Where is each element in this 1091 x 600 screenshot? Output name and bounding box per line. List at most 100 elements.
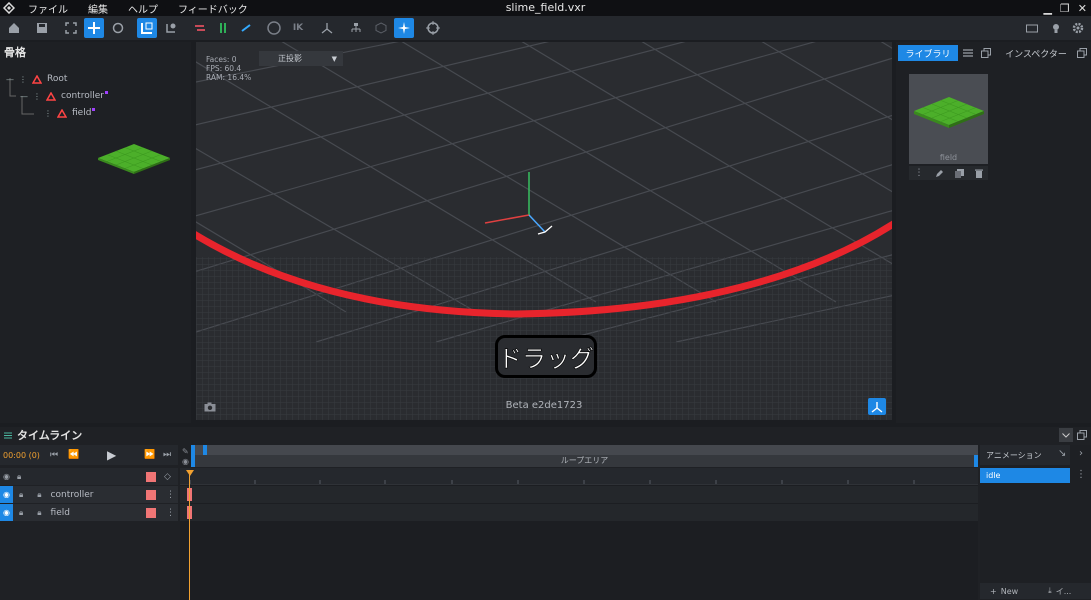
more-options-icon[interactable]: ⋮ bbox=[166, 490, 175, 500]
ik-icon[interactable]: IK bbox=[288, 18, 308, 38]
skip-to-start-icon[interactable]: ⏮ bbox=[50, 450, 58, 460]
chevron-down-icon[interactable] bbox=[1059, 428, 1073, 442]
lock-icon[interactable]: 🔒︎ bbox=[17, 472, 21, 482]
popout-icon[interactable] bbox=[978, 45, 994, 61]
import-icon[interactable]: ⤓ bbox=[1048, 586, 1052, 596]
home-icon[interactable] bbox=[4, 18, 24, 38]
new-animation-button[interactable]: New bbox=[1001, 587, 1018, 596]
version-label: Beta e2de1723 bbox=[505, 400, 583, 411]
flip-x-icon[interactable] bbox=[190, 18, 210, 38]
close-icon[interactable]: ✕ bbox=[1078, 2, 1087, 15]
light-icon[interactable] bbox=[1046, 18, 1066, 38]
track-label: field bbox=[50, 507, 70, 518]
timeline-title: タイムライン bbox=[17, 429, 83, 442]
sparkle-icon[interactable] bbox=[394, 18, 414, 38]
flip-y-icon[interactable] bbox=[213, 18, 233, 38]
menu-file[interactable]: ファイル bbox=[18, 1, 78, 16]
playhead-handle-icon[interactable] bbox=[186, 470, 194, 476]
3d-viewport[interactable]: Faces: 0 FPS: 60.4 RAM: 16.4% 正投影 ▼ ドラッグ… bbox=[196, 42, 892, 420]
lock-icon[interactable]: 🔒︎ bbox=[19, 508, 23, 518]
tree-item-root[interactable]: — ⋮ Root bbox=[6, 72, 67, 86]
playhead[interactable] bbox=[189, 472, 190, 600]
lock-icon[interactable]: 🔒︎ bbox=[19, 490, 23, 500]
import-button[interactable]: イ... bbox=[1056, 586, 1072, 597]
more-options-icon[interactable]: ⋮ bbox=[166, 508, 175, 518]
eye-icon[interactable]: ◉ bbox=[0, 486, 13, 503]
projection-dropdown[interactable]: 正投影 ▼ bbox=[259, 51, 343, 66]
faces-count: Faces: 0 bbox=[206, 55, 237, 64]
keyframe-color-swatch[interactable] bbox=[146, 489, 156, 500]
keyframe-area[interactable] bbox=[180, 468, 978, 600]
animation-header: アニメーション bbox=[980, 445, 1070, 465]
tree-item-field[interactable]: ⋮ field bbox=[44, 106, 96, 120]
delete-icon[interactable] bbox=[974, 169, 983, 178]
cube-icon[interactable] bbox=[371, 18, 391, 38]
track-row[interactable]: ◉ 🔒︎ 🔒︎ controller ⋮ bbox=[0, 486, 178, 503]
eye-icon[interactable]: ◉ bbox=[1, 472, 12, 481]
tab-inspector[interactable]: インスペクター bbox=[998, 45, 1074, 61]
menu-edit[interactable]: 編集 bbox=[78, 1, 118, 16]
minimize-icon[interactable]: ▁ bbox=[1043, 2, 1051, 15]
menu-feedback[interactable]: フィードバック bbox=[168, 1, 258, 16]
flip-z-icon[interactable] bbox=[236, 18, 256, 38]
popout-icon[interactable] bbox=[1075, 428, 1089, 442]
asset-card-field[interactable]: field bbox=[909, 74, 988, 164]
loop-range-bar[interactable] bbox=[191, 445, 978, 455]
menu-help[interactable]: ヘルプ bbox=[118, 1, 168, 16]
chevron-down-icon: ▼ bbox=[331, 54, 337, 63]
drag-handle-icon[interactable]: ⋮ bbox=[44, 109, 52, 118]
pivot-tool-icon[interactable] bbox=[137, 18, 157, 38]
hierarchy-icon[interactable] bbox=[346, 18, 366, 38]
tree-item-controller[interactable]: — ⋮ controller bbox=[20, 89, 108, 103]
keyframe-color-swatch[interactable] bbox=[146, 507, 156, 518]
collapse-icon[interactable]: — bbox=[6, 75, 14, 84]
drag-handle-icon[interactable]: ⋮ bbox=[33, 92, 41, 101]
skeleton-panel-title: 骨格 bbox=[0, 42, 191, 62]
shrink-icon[interactable]: ↘ bbox=[1058, 448, 1066, 459]
lock-icon[interactable]: 🔒︎ bbox=[37, 490, 41, 500]
marker-icon bbox=[92, 107, 96, 111]
fullscreen-icon[interactable] bbox=[61, 18, 81, 38]
more-options-icon[interactable]: ⋮ bbox=[1076, 469, 1086, 480]
axis-icon[interactable] bbox=[317, 18, 337, 38]
eye-icon[interactable]: ◉ bbox=[182, 457, 189, 466]
plus-icon[interactable]: + bbox=[990, 587, 997, 596]
play-icon[interactable]: ▶ bbox=[107, 448, 116, 462]
list-icon[interactable] bbox=[960, 45, 976, 61]
tab-library[interactable]: ライブラリ bbox=[898, 45, 958, 61]
loop-icon[interactable] bbox=[264, 18, 284, 38]
rotate-tool-icon[interactable] bbox=[108, 18, 128, 38]
edit-pencil-icon[interactable] bbox=[935, 169, 944, 178]
bone-icon bbox=[57, 108, 67, 118]
step-back-icon[interactable]: ⏪ bbox=[68, 450, 79, 460]
duplicate-icon[interactable] bbox=[954, 168, 964, 178]
drag-handle-icon[interactable]: ⋮ bbox=[19, 75, 27, 84]
collapse-icon[interactable]: — bbox=[20, 92, 28, 101]
more-options-icon[interactable]: ⋮ bbox=[915, 168, 924, 178]
skip-to-end-icon[interactable]: ⏭ bbox=[163, 450, 171, 460]
keyboard-icon[interactable] bbox=[1022, 18, 1042, 38]
step-forward-icon[interactable]: ⏩ bbox=[144, 450, 155, 460]
ram-readout: RAM: 16.4% bbox=[206, 73, 252, 82]
move-tool-icon[interactable] bbox=[84, 18, 104, 38]
loop-area[interactable]: ループエリア bbox=[191, 455, 978, 467]
restore-icon[interactable]: ❐ bbox=[1060, 2, 1070, 15]
diamond-icon[interactable]: ◇ bbox=[164, 472, 171, 482]
popout-icon[interactable] bbox=[1074, 45, 1090, 61]
keyframe-color-swatch[interactable] bbox=[146, 471, 156, 482]
track-row[interactable]: ◉ 🔒︎ 🔒︎ field ⋮ bbox=[0, 504, 178, 521]
eye-icon[interactable]: ◉ bbox=[0, 504, 13, 521]
animation-item-idle[interactable]: idle bbox=[980, 468, 1070, 483]
bone-tool-icon[interactable] bbox=[161, 18, 181, 38]
settings-gear-icon[interactable] bbox=[1068, 18, 1088, 38]
target-icon[interactable] bbox=[423, 18, 443, 38]
chevron-right-icon[interactable]: › bbox=[1079, 448, 1083, 459]
app-logo-icon[interactable] bbox=[0, 0, 18, 16]
menu-icon[interactable] bbox=[4, 432, 12, 439]
save-icon[interactable] bbox=[32, 18, 52, 38]
edit-pencil-icon[interactable]: ✎ bbox=[182, 447, 189, 456]
asset-name: field bbox=[939, 153, 958, 162]
view-axis-button[interactable] bbox=[868, 398, 886, 415]
drag-annotation: ドラッグ bbox=[495, 335, 597, 378]
lock-icon[interactable]: 🔒︎ bbox=[37, 508, 41, 518]
